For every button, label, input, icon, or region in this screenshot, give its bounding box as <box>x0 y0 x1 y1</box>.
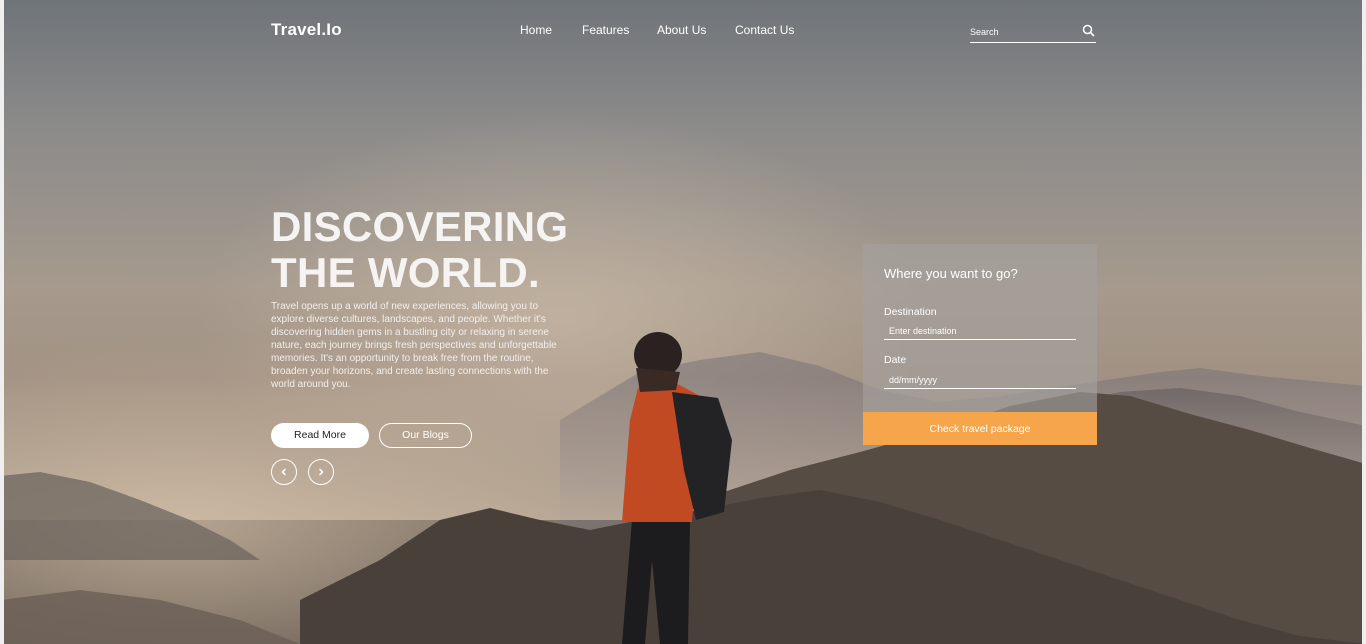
nav-home[interactable]: Home <box>520 23 552 37</box>
booking-card: Where you want to go? Destination Date C… <box>863 244 1097 445</box>
headline-line-2: THE WORLD. <box>271 249 540 296</box>
nav-features[interactable]: Features <box>582 23 629 37</box>
hero-background: Travel.Io Home Features About Us Contact… <box>0 0 1366 644</box>
hero-description: Travel opens up a world of new experienc… <box>271 301 557 390</box>
right-edge <box>1362 0 1366 644</box>
chevron-right-icon <box>318 468 324 476</box>
search-icon[interactable] <box>1082 24 1095 37</box>
nav-about-us[interactable]: About Us <box>657 23 706 37</box>
headline-line-1: DISCOVERING <box>271 203 569 250</box>
check-travel-package-button[interactable]: Check travel package <box>863 412 1097 445</box>
date-label: Date <box>884 354 907 366</box>
chevron-left-icon <box>281 468 287 476</box>
next-slide-button[interactable] <box>308 459 334 485</box>
prev-slide-button[interactable] <box>271 459 297 485</box>
brand-logo[interactable]: Travel.Io <box>271 20 342 40</box>
nav-contact-us[interactable]: Contact Us <box>735 23 794 37</box>
our-blogs-button[interactable]: Our Blogs <box>379 423 472 448</box>
left-edge <box>0 0 4 644</box>
search-box <box>970 22 1096 43</box>
booking-title: Where you want to go? <box>884 266 1018 281</box>
mountain-landscape-image <box>0 332 1366 644</box>
search-input[interactable] <box>970 24 1070 40</box>
destination-label: Destination <box>884 306 937 318</box>
date-input[interactable] <box>884 371 1076 389</box>
read-more-button[interactable]: Read More <box>271 423 369 448</box>
destination-input[interactable] <box>884 322 1076 340</box>
hero-headline: DISCOVERING THE WORLD. <box>271 204 568 296</box>
